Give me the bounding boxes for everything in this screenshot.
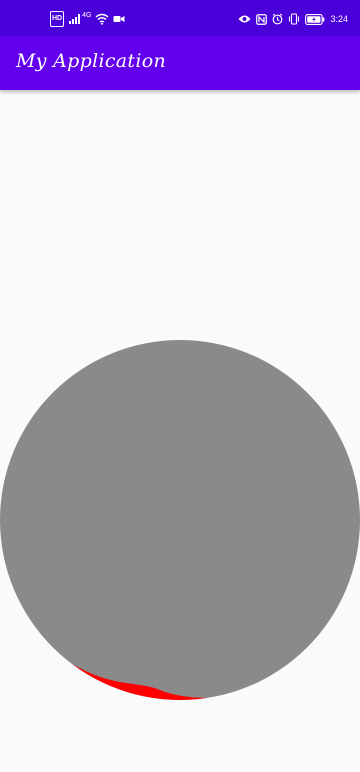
wave-progress-view	[0, 340, 360, 700]
signal-icon	[68, 12, 82, 26]
hd-icon: HD	[50, 11, 65, 27]
status-left-group: HD 4G	[50, 10, 125, 28]
eye-icon	[238, 12, 251, 26]
status-time: 3:24	[330, 14, 348, 24]
vibrate-icon	[288, 12, 300, 26]
status-bar: HD 4G 3:24	[0, 0, 360, 36]
progress-circle	[0, 340, 360, 700]
battery-icon	[305, 12, 325, 26]
wifi-icon	[95, 12, 109, 26]
video-icon	[113, 12, 125, 26]
app-bar: My Application	[0, 36, 360, 90]
status-right-group: 3:24	[238, 10, 348, 28]
content-area	[0, 90, 360, 772]
nfc-icon	[256, 12, 268, 26]
alarm-icon	[272, 12, 283, 26]
app-title: My Application	[16, 50, 166, 72]
signal-label: 4G	[82, 11, 92, 19]
